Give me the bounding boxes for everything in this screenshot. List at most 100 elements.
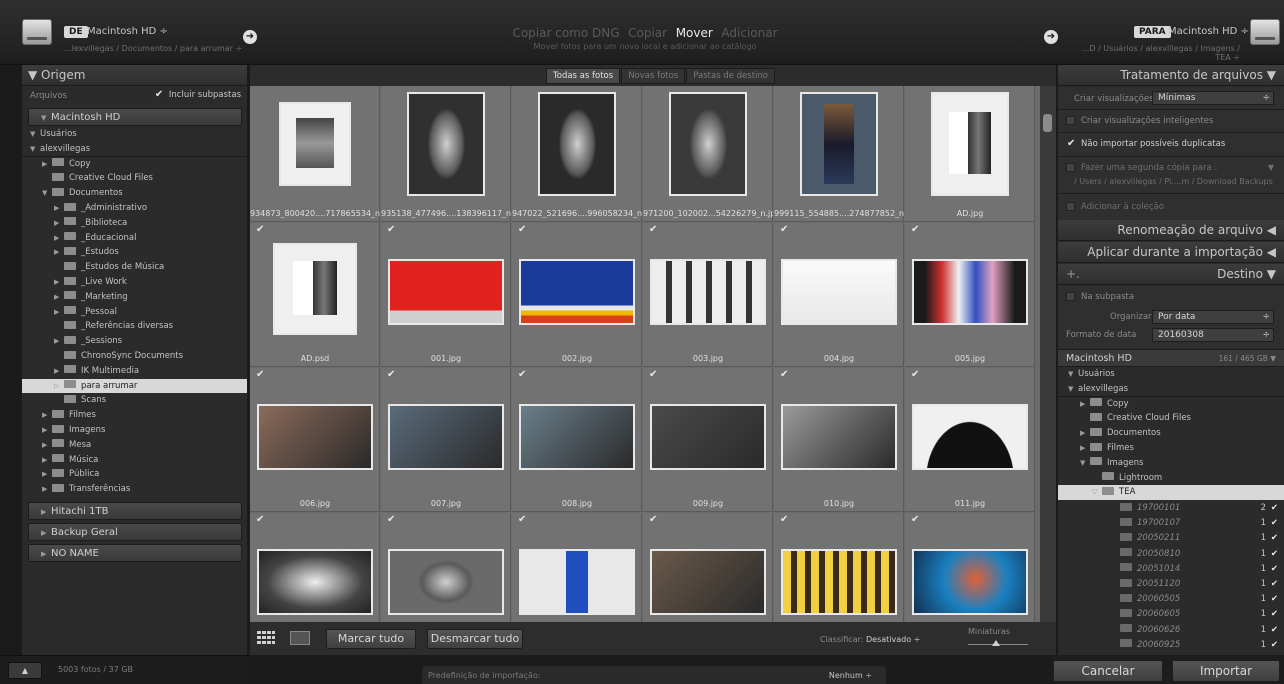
- disclosure-triangle-icon[interactable]: ▶: [42, 453, 52, 468]
- date-folder-row[interactable]: 20051120 1 ✔: [1058, 577, 1284, 592]
- checkmark-icon[interactable]: ✔: [1271, 501, 1278, 516]
- photo-cell[interactable]: ✔ AD.psd: [250, 223, 380, 367]
- photo-thumbnail[interactable]: [650, 404, 766, 470]
- scrollbar-thumb[interactable]: [1043, 114, 1052, 132]
- destination-folder-row[interactable]: ▼ Imagens: [1058, 456, 1284, 471]
- to-path[interactable]: ...D / Usuários / alexvillegas / Imagens…: [1068, 44, 1240, 62]
- mode-add[interactable]: Adicionar: [721, 26, 777, 40]
- photo-thumbnail[interactable]: [912, 259, 1028, 325]
- disclosure-triangle-icon[interactable]: ▼: [30, 142, 40, 157]
- collapse-up-icon[interactable]: ▲: [8, 662, 42, 679]
- disclosure-triangle-icon[interactable]: ▶: [54, 305, 64, 320]
- organize-select[interactable]: Por data ÷: [1152, 310, 1274, 324]
- add-collection-checkbox[interactable]: Adicionar à coleção: [1066, 202, 1164, 212]
- source-panel-header[interactable]: ▼ Origem: [22, 65, 247, 86]
- to-volume[interactable]: Macintosh HD ÷: [1168, 26, 1249, 37]
- source-folder-row[interactable]: ▶ Imagens: [22, 423, 247, 438]
- photo-cell[interactable]: ✔ 006.jpg: [250, 368, 380, 512]
- no-duplicates-checkbox[interactable]: ✔ Não importar possíveis duplicatas: [1066, 139, 1225, 150]
- checkmark-icon[interactable]: ✔: [1271, 547, 1278, 562]
- destination-folder-row[interactable]: ▽ TEA: [1058, 485, 1284, 501]
- grid-scrollbar[interactable]: [1040, 86, 1056, 622]
- photo-thumbnail[interactable]: [669, 92, 747, 196]
- photo-cell[interactable]: ✔ 011.jpg: [905, 368, 1035, 512]
- source-folder-row[interactable]: Scans: [22, 393, 247, 408]
- import-button[interactable]: Importar: [1172, 660, 1280, 682]
- photo-thumbnail[interactable]: [519, 259, 635, 325]
- source-folder-row[interactable]: ▶ _Marketing: [22, 290, 247, 305]
- deselect-all-button[interactable]: Desmarcar tudo: [427, 629, 523, 649]
- volume-row[interactable]: ▶ Hitachi 1TB: [28, 502, 242, 520]
- photo-thumbnail[interactable]: [273, 243, 357, 335]
- hard-drive-icon[interactable]: [1250, 19, 1280, 45]
- photo-cell[interactable]: ✔ 009.jpg: [643, 368, 773, 512]
- tab-0[interactable]: Todas as fotos: [546, 68, 621, 84]
- checkmark-icon[interactable]: ✔: [1271, 592, 1278, 607]
- source-folder-row[interactable]: ▶ Filmes: [22, 408, 247, 423]
- photo-cell[interactable]: ✔ 004.jpg: [774, 223, 904, 367]
- checkmark-icon[interactable]: ✔: [1271, 577, 1278, 592]
- disclosure-triangle-icon[interactable]: ▶: [54, 275, 64, 290]
- photo-thumbnail[interactable]: [388, 404, 504, 470]
- source-folder-row[interactable]: _Estudos de Música: [22, 260, 247, 275]
- source-folder-row[interactable]: Creative Cloud Files: [22, 171, 247, 186]
- source-folder-row[interactable]: ▶ _Live Work: [22, 275, 247, 290]
- photo-thumbnail[interactable]: [781, 404, 897, 470]
- chevron-down-icon[interactable]: ▼: [1268, 163, 1274, 172]
- date-folder-row[interactable]: 20050211 1 ✔: [1058, 531, 1284, 546]
- photo-cell[interactable]: ✔ 005.jpg: [905, 223, 1035, 367]
- photo-cell[interactable]: 971200_102002...54226279_n.jpg: [643, 86, 773, 222]
- photo-thumbnail[interactable]: [388, 259, 504, 325]
- disclosure-triangle-icon[interactable]: ▼: [1080, 456, 1090, 471]
- checkmark-icon[interactable]: ✔: [518, 225, 527, 235]
- destination-folder-row[interactable]: Lightroom: [1058, 471, 1284, 486]
- photo-cell[interactable]: ✔ 008.jpg: [512, 368, 642, 512]
- photo-grid[interactable]: 934873_800420....717865534_n.jpg935138_4…: [250, 86, 1056, 622]
- checkmark-icon[interactable]: ✔: [1271, 516, 1278, 531]
- source-folder-row[interactable]: ChronoSync Documents: [22, 349, 247, 364]
- date-folder-row[interactable]: 19700101 2 ✔: [1058, 501, 1284, 516]
- photo-cell[interactable]: ✔ 001.jpg: [381, 223, 511, 367]
- checkmark-icon[interactable]: ✔: [649, 515, 658, 525]
- checkmark-icon[interactable]: ✔: [256, 370, 265, 380]
- sort-select[interactable]: Desativado ÷: [866, 635, 920, 644]
- include-subfolders-checkbox[interactable]: ✔ Incluir subpastas: [154, 90, 241, 101]
- photo-cell[interactable]: 934873_800420....717865534_n.jpg: [250, 86, 380, 222]
- destination-folder-row[interactable]: ▶ Copy: [1058, 397, 1284, 412]
- tab-1[interactable]: Novas fotos: [621, 68, 686, 84]
- checkmark-icon[interactable]: ✔: [256, 515, 265, 525]
- photo-thumbnail[interactable]: [781, 549, 897, 615]
- from-volume[interactable]: Macintosh HD ÷: [87, 26, 168, 37]
- photo-thumbnail[interactable]: [257, 549, 373, 615]
- photo-thumbnail[interactable]: [388, 549, 504, 615]
- destination-folder-row[interactable]: ▼ Usuários: [1058, 367, 1284, 382]
- volume-row[interactable]: ▶ Backup Geral: [28, 523, 242, 541]
- checkmark-icon[interactable]: ✔: [387, 515, 396, 525]
- source-folder-row[interactable]: ▶ _Estudos: [22, 245, 247, 260]
- source-folder-row[interactable]: ▼ Documentos: [22, 186, 247, 201]
- photo-thumbnail[interactable]: [931, 92, 1009, 196]
- disclosure-triangle-icon[interactable]: ▶: [1080, 397, 1090, 412]
- source-folder-row[interactable]: ▶ _Biblioteca: [22, 216, 247, 231]
- checkmark-icon[interactable]: ✔: [518, 515, 527, 525]
- photo-cell[interactable]: 999115_554885....274877852_n.jpg: [774, 86, 904, 222]
- disclosure-triangle-icon[interactable]: ▶: [54, 231, 64, 246]
- photo-cell[interactable]: ✔: [643, 513, 773, 622]
- destination-folder-row[interactable]: ▶ Filmes: [1058, 441, 1284, 456]
- photo-cell[interactable]: ✔ 010.jpg: [774, 368, 904, 512]
- disclosure-triangle-icon[interactable]: ▼: [1068, 382, 1078, 397]
- date-folder-row[interactable]: 20050810 1 ✔: [1058, 547, 1284, 562]
- disclosure-triangle-icon[interactable]: ▶: [54, 216, 64, 231]
- date-folder-row[interactable]: 20060605 1 ✔: [1058, 607, 1284, 622]
- source-folder-row[interactable]: ▶ Mesa: [22, 438, 247, 453]
- checkmark-icon[interactable]: ✔: [911, 515, 920, 525]
- disclosure-triangle-icon[interactable]: ▶: [42, 438, 52, 453]
- source-folder-row[interactable]: ▼ alexvillegas: [22, 142, 247, 157]
- file-handling-header[interactable]: Tratamento de arquivos ▼: [1058, 65, 1284, 86]
- photo-cell[interactable]: ✔ 007.jpg: [381, 368, 511, 512]
- checkmark-icon[interactable]: ✔: [780, 225, 789, 235]
- checkmark-icon[interactable]: ✔: [1271, 562, 1278, 577]
- source-folder-row[interactable]: ▶ Pública: [22, 467, 247, 482]
- checkmark-icon[interactable]: ✔: [256, 225, 265, 235]
- disclosure-triangle-icon[interactable]: ▶: [42, 423, 52, 438]
